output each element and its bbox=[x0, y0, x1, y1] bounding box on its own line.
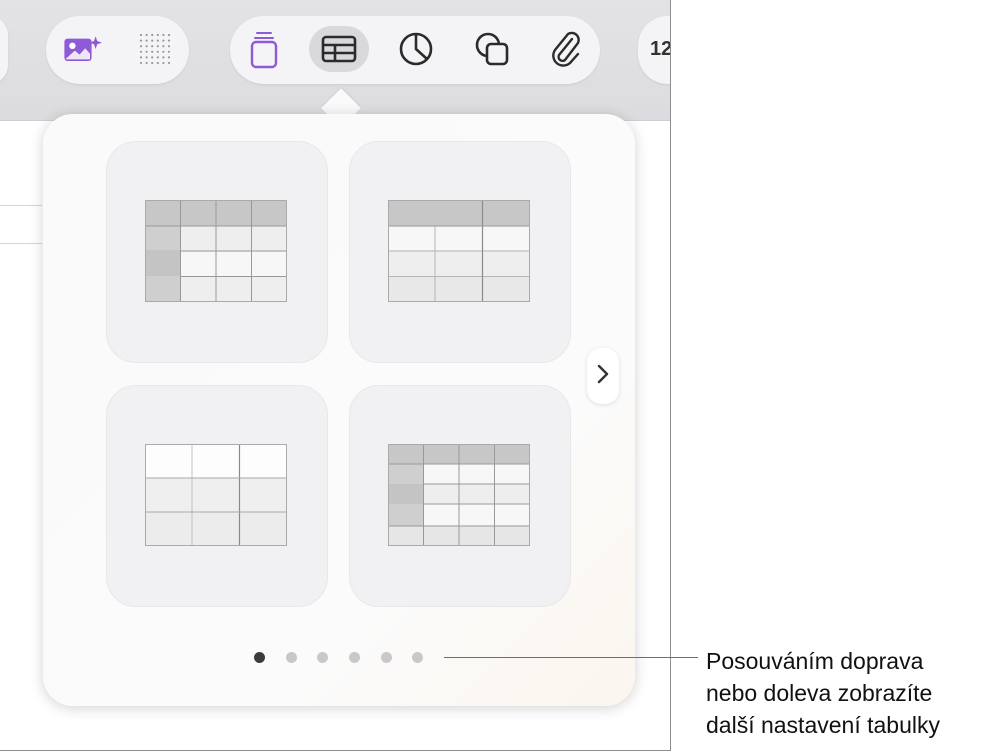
page-dot[interactable] bbox=[412, 652, 423, 663]
callout-line-3: další nastavení tabulky bbox=[706, 712, 940, 738]
table-icon[interactable] bbox=[309, 26, 369, 72]
shape-icon[interactable] bbox=[472, 29, 512, 69]
text-box-icon[interactable] bbox=[244, 29, 284, 69]
document-line bbox=[0, 205, 42, 206]
callout-text: Posouváním doprava nebo doleva zobrazíte… bbox=[706, 645, 1006, 741]
format-number-label[interactable]: 12 bbox=[650, 38, 670, 61]
chevron-right-icon bbox=[596, 363, 610, 390]
image-sparkle-icon[interactable] bbox=[62, 29, 102, 69]
app-screen: 12 bbox=[0, 0, 671, 751]
toolbar-pill-left bbox=[0, 16, 8, 84]
paperclip-icon[interactable] bbox=[545, 29, 585, 69]
page-dot[interactable] bbox=[317, 652, 328, 663]
next-page-button[interactable] bbox=[587, 348, 619, 404]
chart-icon[interactable] bbox=[396, 29, 436, 69]
document-line bbox=[0, 243, 42, 244]
table-style-header-footer[interactable] bbox=[349, 385, 571, 607]
page-dot[interactable] bbox=[349, 652, 360, 663]
page-dot[interactable] bbox=[254, 652, 265, 663]
callout-line-1: Posouváním doprava bbox=[706, 648, 924, 674]
dot-grid-icon[interactable] bbox=[135, 29, 175, 69]
callout-leader-line bbox=[444, 657, 698, 658]
page-dot[interactable] bbox=[286, 652, 297, 663]
callout-line-2: nebo doleva zobrazíte bbox=[706, 680, 933, 706]
table-style-header-row-and-column[interactable] bbox=[106, 141, 328, 363]
table-style-popover bbox=[43, 114, 635, 706]
table-style-plain[interactable] bbox=[106, 385, 328, 607]
table-style-header-row[interactable] bbox=[349, 141, 571, 363]
page-dot[interactable] bbox=[381, 652, 392, 663]
